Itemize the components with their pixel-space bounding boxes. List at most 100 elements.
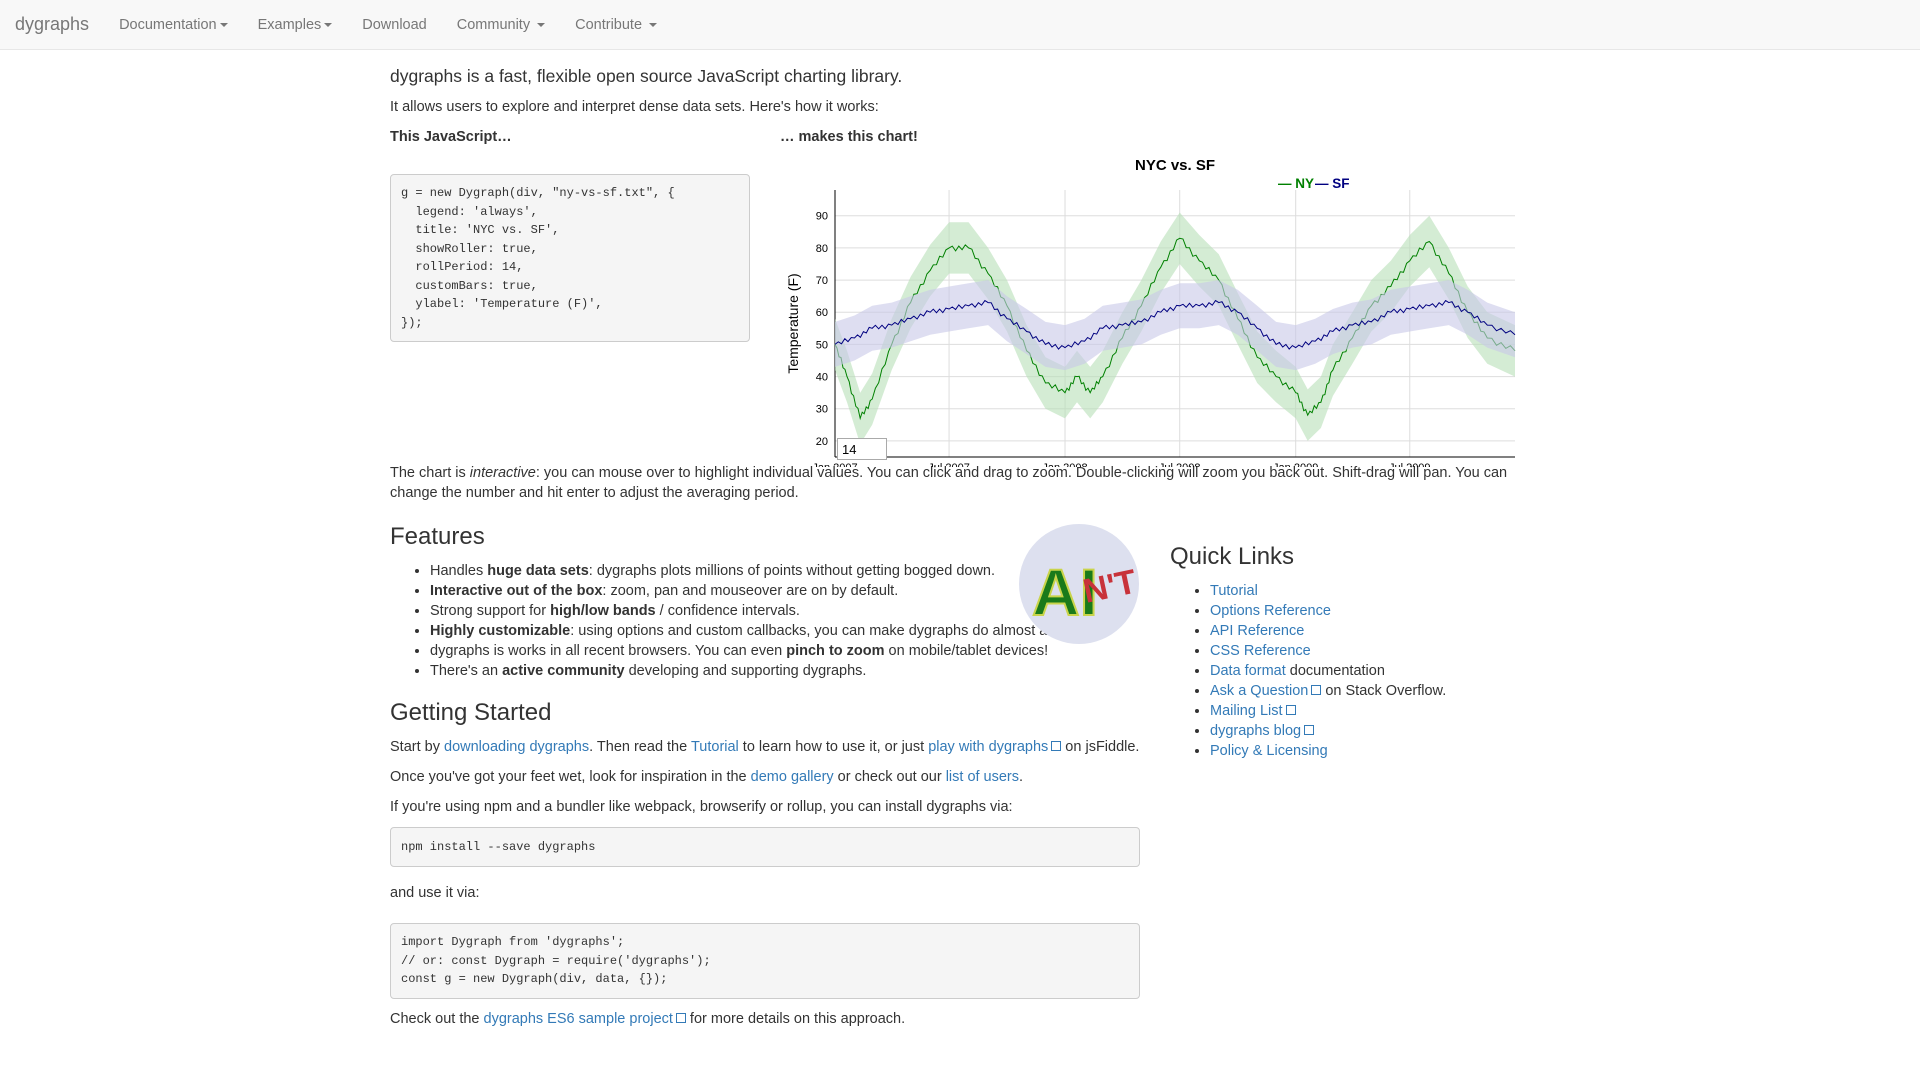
legend-ny: — NY — [1278, 176, 1314, 191]
quick-link[interactable]: Ask a Question — [1210, 683, 1322, 699]
quick-link-label: Options Reference — [1210, 603, 1331, 619]
feature-strong: huge data sets — [487, 563, 589, 579]
gs-p2-t3: . — [1019, 769, 1024, 785]
quick-link-label: CSS Reference — [1210, 643, 1311, 659]
quick-link-suffix: documentation — [1285, 663, 1385, 679]
quick-link-item: Tutorial — [1210, 581, 1530, 601]
y-axis-label: Temperature (F) — [785, 273, 801, 373]
nav-contribute-label: Contribute — [575, 16, 643, 33]
y-tick-label: 70 — [816, 275, 828, 287]
roll-period-input[interactable] — [837, 438, 887, 460]
quick-link[interactable]: dygraphs blog — [1210, 723, 1315, 739]
chart-heading: … makes this chart! — [780, 129, 918, 145]
nav-community-label: Community — [456, 16, 531, 33]
gs-p1: Start by downloading dygraphs. Then read… — [390, 737, 1140, 757]
jsfiddle-link[interactable]: play with dygraphs — [928, 739, 1062, 755]
feature-pre: There's an — [430, 663, 503, 679]
feature-post: / confidence intervals. — [655, 603, 800, 619]
import-code: import Dygraph from 'dygraphs'; // or: c… — [390, 923, 1140, 999]
quick-link-label: Mailing List — [1210, 703, 1283, 719]
quick-link[interactable]: Options Reference — [1210, 603, 1331, 619]
lower-section: Features Handles huge data sets: dygraph… — [390, 523, 1530, 1029]
feature-strong: Interactive out of the box — [430, 583, 603, 599]
downloading-link[interactable]: downloading dygraphs — [444, 739, 589, 755]
chart-container[interactable]: NYC vs. SF Temperature (F) 20 30 40 50 60 70 80 9… — [780, 147, 1530, 474]
series-band-sf — [835, 280, 1515, 371]
gs-p2: Once you've got your feet wet, look for … — [390, 767, 1140, 787]
quick-link[interactable]: Data format — [1210, 663, 1286, 679]
demo-gallery-link[interactable]: demo gallery — [751, 769, 834, 785]
feature-post: : dygraphs plots millions of points with… — [588, 563, 996, 579]
external-link-icon — [1051, 741, 1062, 751]
gs-p2-t1: Once you've got your feet wet, look for … — [390, 769, 751, 785]
es6-sample-link[interactable]: dygraphs ES6 sample project — [484, 1011, 686, 1027]
quick-link-label: Ask a Question — [1210, 683, 1309, 699]
gs-p5-t2: for more details on this approach. — [685, 1010, 906, 1027]
feature-post: : zoom, pan and mouseover are on by defa… — [602, 583, 899, 599]
nav-documentation[interactable]: Documentation — [104, 0, 243, 50]
navbar: dygraphs Documentation Examples Download… — [0, 0, 1920, 50]
feature-pre: Strong support for — [430, 603, 551, 619]
feature-strong: active community — [502, 663, 625, 679]
feature-pre: Handles — [430, 563, 488, 579]
quick-link-item: Mailing List — [1210, 701, 1530, 721]
quick-link[interactable]: Mailing List — [1210, 703, 1296, 719]
getting-started-heading: Getting Started — [390, 699, 552, 726]
users-link[interactable]: list of users — [946, 769, 1019, 785]
x-tick-label: Jul 2009 — [1389, 462, 1431, 467]
y-tick-label: 40 — [816, 372, 828, 384]
quick-link-label: API Reference — [1210, 623, 1305, 639]
x-tick-label: Jan 2007 — [812, 462, 857, 467]
interactive-after: : you can mouse over to highlight indivi… — [390, 465, 1508, 501]
legend-sf: — SF — [1315, 176, 1350, 191]
nav-download[interactable]: Download — [347, 0, 442, 50]
quick-link-item: Policy & Licensing — [1210, 741, 1530, 761]
feature-post: on mobile/tablet devices! — [884, 643, 1049, 659]
nav-download-label: Download — [362, 16, 427, 33]
quick-links-list: Tutorial Options Reference API Reference CS… — [1170, 581, 1530, 761]
y-tick-label: 50 — [816, 339, 828, 351]
external-link-icon — [1285, 705, 1296, 715]
line-chart[interactable]: NYC vs. SF Temperature (F) 20 30 40 50 60 70 80 9… — [780, 147, 1530, 474]
quick-link-label: Tutorial — [1210, 583, 1258, 599]
npm-install-code: npm install --save dygraphs — [390, 827, 1140, 867]
feature-strong: Highly customizable — [430, 623, 571, 639]
quick-link[interactable]: CSS Reference — [1210, 643, 1311, 659]
quick-link-label: dygraphs blog — [1210, 723, 1302, 739]
jsfiddle-link-label: play with dygraphs — [928, 739, 1049, 755]
x-tick-label: Jan 2008 — [1042, 462, 1087, 467]
quick-link[interactable]: Policy & Licensing — [1210, 743, 1328, 759]
main-content: dygraphs is a fast, flexible open source… — [390, 66, 1530, 1029]
chart-column: … makes this chart! NYC vs. SF Temperatur… — [780, 127, 1530, 474]
x-tick-label: Jul 2008 — [1159, 462, 1201, 467]
tutorial-link[interactable]: Tutorial — [691, 739, 739, 755]
gs-p1-t4: on jsFiddle. — [1061, 739, 1140, 755]
quick-link-label: Data format — [1210, 663, 1286, 679]
external-link-icon — [1304, 725, 1315, 735]
nav-community[interactable]: Community — [442, 0, 560, 50]
dygraphs-logo: AI N'T — [1019, 524, 1140, 644]
feature-item: There's an active community developing a… — [430, 661, 1140, 681]
y-tick-label: 90 — [816, 211, 828, 223]
nav-examples-label: Examples — [257, 16, 322, 33]
gs-p1-t1: Start by — [390, 739, 444, 755]
quick-link-item: Options Reference — [1210, 601, 1530, 621]
nav-contribute[interactable]: Contribute — [560, 0, 672, 50]
quick-links-heading: Quick Links — [1170, 543, 1295, 570]
feature-pre: dygraphs is works in all recent browsers… — [430, 643, 787, 659]
quick-link[interactable]: Tutorial — [1210, 583, 1258, 599]
brand-link[interactable]: dygraphs — [0, 14, 104, 35]
js-column: This JavaScript… g = new Dygraph(div, "n… — [390, 127, 750, 342]
feature-post: developing and supporting dygraphs. — [624, 663, 867, 679]
gs-p5: Check out the dygraphs ES6 sample projec… — [390, 1009, 1140, 1029]
gs-p2-t2: or check out our — [833, 769, 946, 785]
y-tick-label: 20 — [816, 436, 828, 448]
y-tick-label: 60 — [816, 307, 828, 319]
nav-examples[interactable]: Examples — [243, 0, 348, 50]
gs-p3: If you're using npm and a bundler like w… — [390, 799, 1013, 815]
quick-link-item: dygraphs blog — [1210, 721, 1530, 741]
quick-link[interactable]: API Reference — [1210, 623, 1304, 639]
quick-link-item: API Reference — [1210, 621, 1530, 641]
chart-title: NYC vs. SF — [1135, 157, 1215, 174]
features-column: Features Handles huge data sets: dygraph… — [390, 523, 1140, 1029]
